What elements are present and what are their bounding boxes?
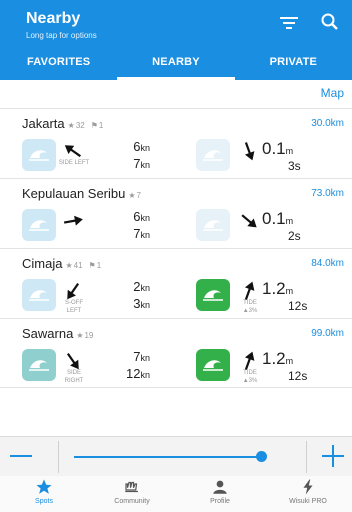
swell-quality-icon	[196, 279, 230, 311]
bottom-nav: Spots Community Profile Wisuki PRO	[0, 476, 352, 512]
flag-icon: ⚑	[90, 121, 98, 130]
bolt-icon	[303, 479, 313, 495]
tide-indicator: TIDE ▲3%	[242, 370, 258, 384]
wave-period: 2s	[288, 229, 301, 243]
spot-rating: 7	[136, 191, 141, 200]
tab-bar: FAVORITES NEARBY PRIVATE	[0, 47, 352, 80]
divider	[58, 441, 59, 473]
zoom-in-button-vertical[interactable]	[332, 445, 334, 467]
swell-quality-icon	[196, 139, 230, 171]
page-title: Nearby	[26, 10, 81, 27]
wind-speed: 6kn 7kn	[133, 139, 150, 171]
wave-period: 12s	[288, 299, 308, 313]
flag-icon: ⚑	[88, 261, 96, 270]
rating-star-icon: ★	[76, 331, 84, 340]
tab-favorites[interactable]: FAVORITES	[0, 47, 117, 80]
spot-name: Cimaja ★41 ⚑1	[22, 256, 102, 271]
wave-height: 1.2m	[262, 349, 294, 368]
wind-speed: 7kn 12kn	[126, 349, 150, 381]
wave-quality-icon	[22, 209, 56, 241]
wind-speed: 2kn 3kn	[133, 279, 150, 311]
nav-spots[interactable]: Spots	[0, 476, 88, 512]
rating-star-icon: ★	[65, 261, 73, 270]
spot-row-sawarna[interactable]: Sawarna ★19 99.0km SIDE RIGHT 7kn 12kn TI…	[0, 318, 352, 388]
spot-distance: 84.0km	[311, 258, 344, 269]
spot-count: 1	[98, 121, 104, 130]
wind-direction-icon	[63, 215, 83, 226]
spot-rating: 19	[84, 331, 94, 340]
wind-orientation: S-OFF LEFT	[65, 300, 83, 314]
filter-icon[interactable]	[278, 14, 300, 32]
star-icon	[36, 479, 52, 494]
spot-name: Sawarna ★19	[22, 326, 94, 341]
spot-name: Jakarta ★32 ⚑1	[22, 116, 104, 131]
wind-orientation: SIDE LEFT	[58, 160, 90, 166]
spot-row-jakarta[interactable]: Jakarta ★32 ⚑1 30.0km SIDE LEFT 6kn 7kn 0.…	[0, 108, 352, 178]
swell-direction-icon	[241, 214, 257, 228]
tab-nearby[interactable]: NEARBY	[117, 47, 235, 80]
wave-period: 12s	[288, 369, 308, 383]
person-icon	[213, 480, 227, 494]
spot-rating: 41	[73, 261, 83, 270]
nav-wisuki-pro[interactable]: Wisuki PRO	[264, 476, 352, 512]
range-slider	[0, 436, 352, 476]
wave-height: 0.1m	[262, 209, 294, 228]
swell-quality-icon	[196, 209, 230, 241]
rating-star-icon: ★	[67, 121, 75, 130]
nav-community[interactable]: Community	[88, 476, 176, 512]
swell-direction-icon	[244, 142, 255, 161]
rating-star-icon: ★	[128, 191, 136, 200]
spot-name: Kepulauan Seribu ★7	[22, 186, 141, 201]
slider-track[interactable]	[74, 456, 262, 458]
slider-handle[interactable]	[256, 451, 267, 462]
spot-distance: 30.0km	[311, 118, 344, 129]
page-subtitle: Long tap for options	[26, 31, 97, 40]
wave-height: 1.2m	[262, 279, 294, 298]
divider	[306, 441, 307, 473]
spot-count: 1	[96, 261, 102, 270]
zoom-out-button[interactable]	[10, 455, 32, 457]
spot-rating: 32	[75, 121, 85, 130]
spot-distance: 73.0km	[311, 188, 344, 199]
spot-distance: 99.0km	[311, 328, 344, 339]
wave-period: 3s	[288, 159, 301, 173]
hand-icon	[125, 481, 138, 493]
app-header: Nearby Long tap for options FAVORITES NE…	[0, 0, 352, 80]
wind-speed: 6kn 7kn	[133, 209, 150, 241]
tide-indicator: TIDE ▲3%	[242, 300, 258, 314]
spot-row-kepulauan-seribu[interactable]: Kepulauan Seribu ★7 73.0km 6kn 7kn 0.1m 2…	[0, 178, 352, 248]
wave-quality-icon	[22, 349, 56, 381]
wave-quality-icon	[22, 139, 56, 171]
wave-height: 0.1m	[262, 139, 294, 158]
map-link[interactable]: Map	[321, 86, 344, 100]
tab-private[interactable]: PRIVATE	[235, 47, 352, 80]
spot-row-cimaja[interactable]: Cimaja ★41 ⚑1 84.0km S-OFF LEFT 2kn 3kn TI…	[0, 248, 352, 318]
wave-quality-icon	[22, 279, 56, 311]
wind-orientation: SIDE RIGHT	[64, 370, 84, 384]
nav-profile[interactable]: Profile	[176, 476, 264, 512]
swell-quality-icon	[196, 349, 230, 381]
search-icon[interactable]	[320, 12, 340, 32]
